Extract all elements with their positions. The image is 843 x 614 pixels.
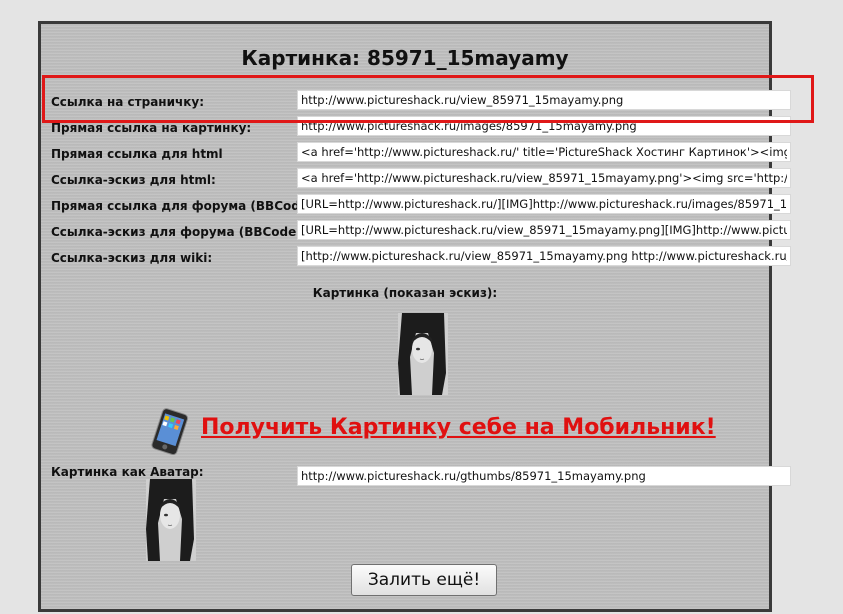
page-link-label: Ссылка на страничку: [51, 95, 205, 109]
mobile-promo: Получить Картинку себе на Мобильник! [145, 407, 716, 456]
html-thumb-label: Ссылка-эскиз для html: [51, 173, 216, 187]
page-link-field[interactable] [297, 90, 791, 110]
avatar-label: Картинка как Аватар: [51, 465, 204, 479]
preview-heading: Картинка (показан эскиз): [312, 286, 498, 300]
upload-more-button[interactable]: Залить ещё! [351, 564, 497, 596]
image-info-panel: Картинка: 85971_15mayamy Ссылка на стран… [38, 21, 791, 612]
wiki-thumb-label: Ссылка-эскиз для wiki: [51, 251, 213, 265]
avatar-image[interactable] [146, 479, 196, 561]
bbcode-thumb-field[interactable] [297, 220, 791, 240]
html-link-label: Прямая ссылка для html [51, 147, 223, 161]
wiki-thumb-field[interactable] [297, 246, 791, 266]
direct-link-field[interactable] [297, 116, 791, 136]
bbcode-thumb-label: Ссылка-эскиз для форума (BBCode): [51, 225, 307, 239]
bbcode-link-label: Прямая ссылка для форума (BBCode): [51, 199, 319, 213]
bbcode-link-field[interactable] [297, 194, 791, 214]
image-thumbnail[interactable] [398, 313, 448, 395]
mobile-download-link[interactable]: Получить Картинку себе на Мобильник! [201, 415, 716, 440]
direct-link-label: Прямая ссылка на картинку: [51, 121, 252, 135]
page-title: Картинка: 85971_15mayamy [241, 46, 569, 70]
html-link-field[interactable] [297, 142, 791, 162]
html-thumb-field[interactable] [297, 168, 791, 188]
phone-icon[interactable] [145, 407, 197, 456]
avatar-link-field[interactable] [297, 466, 791, 486]
